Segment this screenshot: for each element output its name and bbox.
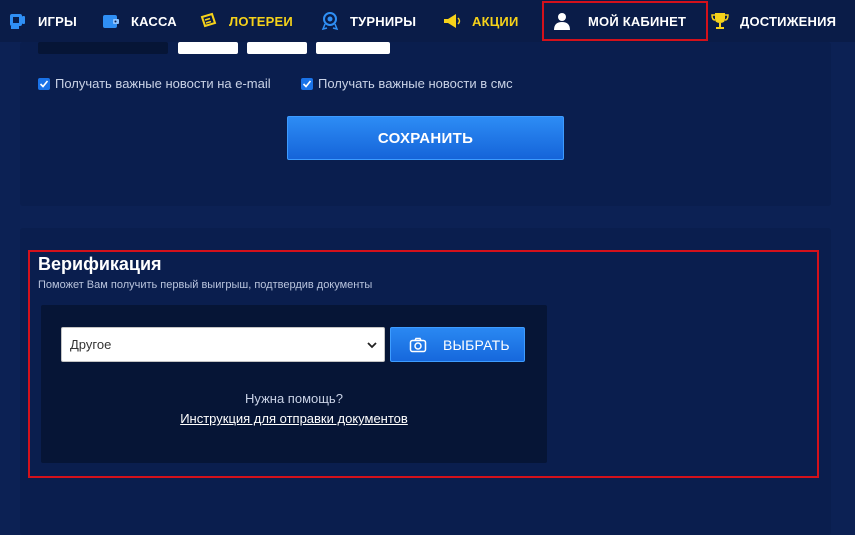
- camera-icon: [409, 337, 427, 352]
- help-text: Нужна помощь?: [245, 391, 343, 406]
- nav-achievements[interactable]: ДОСТИЖЕНИЯ: [710, 0, 836, 42]
- nav-my-account[interactable]: МОЙ КАБИНЕТ: [542, 1, 709, 41]
- verification-title: Верификация: [38, 254, 162, 274]
- nav-promotions-label: АКЦИИ: [472, 13, 519, 29]
- nav-games-label: ИГРЫ: [38, 13, 77, 29]
- tickets-icon: [200, 12, 217, 28]
- nav-cashier-label: КАССА: [131, 13, 177, 29]
- document-type-value: Другое: [70, 337, 112, 352]
- nav-promotions[interactable]: АКЦИИ: [442, 0, 519, 42]
- nav-tournaments[interactable]: ТУРНИРЫ: [320, 0, 416, 42]
- trophy-icon: [711, 13, 729, 29]
- megaphone-icon: [444, 14, 461, 28]
- checkbox-checked-icon[interactable]: [38, 77, 50, 90]
- nav-lotteries-label: ЛОТЕРЕИ: [229, 13, 293, 29]
- save-button[interactable]: СОХРАНИТЬ: [287, 116, 564, 160]
- email-news-checkbox[interactable]: Получать важные новости на e-mail: [38, 76, 271, 91]
- user-icon: [554, 13, 570, 30]
- choose-file-button[interactable]: ВЫБРАТЬ: [390, 327, 525, 362]
- games-icon: [10, 14, 25, 29]
- nav-games[interactable]: ИГРЫ: [8, 0, 77, 42]
- wallet-icon: [103, 15, 119, 28]
- nav-lotteries[interactable]: ЛОТЕРЕИ: [199, 0, 293, 42]
- choose-file-label: ВЫБРАТЬ: [443, 336, 510, 353]
- medal-icon: [321, 12, 339, 31]
- chevron-down-icon: [367, 342, 377, 349]
- instructions-link[interactable]: Инструкция для отправки документов: [41, 411, 547, 426]
- birth-year-select[interactable]: [316, 42, 390, 54]
- checkbox-checked-icon[interactable]: [301, 77, 313, 90]
- nav-cashier[interactable]: КАССА: [101, 0, 177, 42]
- nav-achievements-label: ДОСТИЖЕНИЯ: [740, 13, 837, 29]
- verification-subtitle: Поможет Вам получить первый выигрыш, под…: [38, 279, 373, 291]
- top-navigation: ИГРЫ КАССА ЛОТЕРЕИ ТУРНИРЫ АКЦИИ МОЙ КАБ…: [0, 0, 855, 42]
- sms-news-checkbox[interactable]: Получать важные новости в смс: [301, 76, 513, 91]
- document-type-select[interactable]: Другое: [61, 327, 385, 362]
- nav-my-account-label: МОЙ КАБИНЕТ: [588, 13, 687, 29]
- nav-tournaments-label: ТУРНИРЫ: [350, 13, 417, 29]
- sms-news-label: Получать важные новости в смс: [318, 76, 513, 91]
- birthdate-field[interactable]: [38, 42, 168, 54]
- birth-month-select[interactable]: [247, 42, 307, 54]
- email-news-label: Получать важные новости на e-mail: [55, 76, 271, 91]
- birth-day-select[interactable]: [178, 42, 238, 54]
